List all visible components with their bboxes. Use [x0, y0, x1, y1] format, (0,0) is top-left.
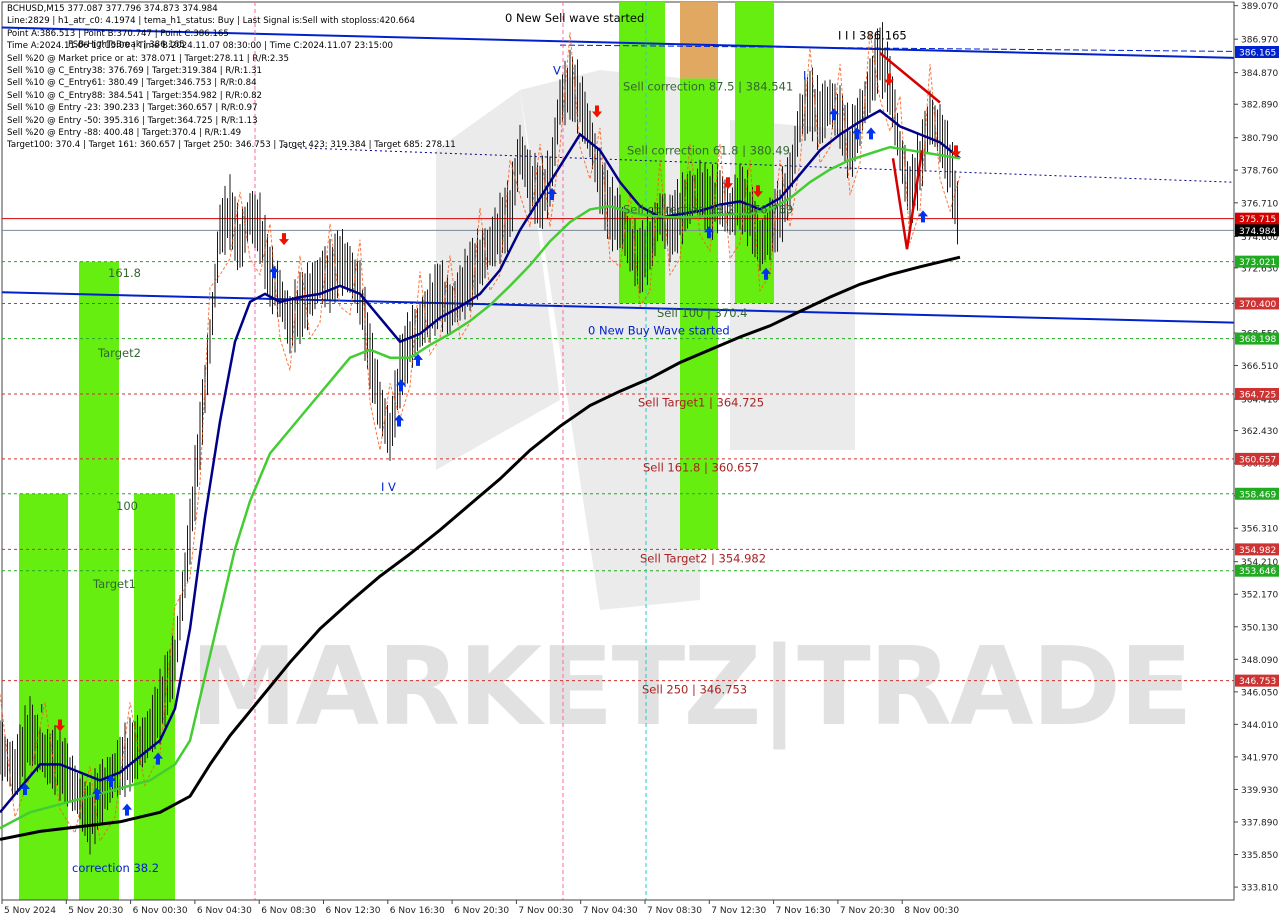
correction-band [680, 2, 718, 79]
annotation-label: I [40, 702, 43, 716]
price-tag-label: 346.753 [1239, 677, 1276, 687]
y-tick-label: 339.930 [1241, 786, 1278, 796]
info-line: Sell %20 @ Market price or at: 378.071 |… [7, 53, 289, 64]
annotation-label: correction 38.2 [72, 861, 159, 875]
time-axis: 5 Nov 2024 5 Nov 20:30 6 Nov 00:30 6 Nov 04… [1, 899, 1234, 916]
annotation-label: Sell correction 61.8 | 380.49 [627, 143, 790, 157]
symbol-ohlc-line: BCHUSD,M15 377.087 377.796 374.873 374.9… [7, 4, 218, 14]
y-tick-label: 344.010 [1241, 721, 1278, 731]
x-tick-label: 6 Nov 16:30 [390, 906, 445, 916]
y-tick-label: 350.130 [1241, 623, 1278, 633]
annotation-label: 161.8 [108, 266, 141, 280]
info-line: Sell %20 @ Entry -88: 400.48 | Target:37… [7, 127, 242, 138]
y-tick-label: 384.870 [1241, 69, 1278, 79]
x-tick-label: 6 Nov 00:30 [133, 906, 188, 916]
annotation-label: Target1 [92, 577, 136, 591]
annotation-label: Sell 161.8 | 360.657 [643, 461, 759, 475]
y-tick-label: 348.090 [1241, 656, 1278, 666]
info-line: Target100: 370.4 | Target 161: 360.657 |… [7, 140, 456, 151]
x-tick-label: 6 Nov 04:30 [197, 906, 252, 916]
annotation-label: Sell Target2 | 354.982 [640, 552, 766, 566]
annotation-label: V [553, 64, 561, 78]
target-band [19, 493, 68, 900]
price-tag-label: 368.198 [1239, 335, 1276, 345]
y-tick-label: 380.790 [1241, 134, 1278, 144]
x-tick-label: 5 Nov 20:30 [68, 906, 123, 916]
annotation-label: 0 New Sell wave started [505, 11, 644, 25]
info-line: Sell %10 @ C_Entry38: 376.769 | Target:3… [7, 65, 263, 76]
price-tag-label: 360.657 [1239, 455, 1276, 465]
x-tick-label: 7 Nov 00:30 [518, 906, 573, 916]
info-line: Sell %20 @ Entry -50: 395.316 | Target:3… [7, 115, 258, 126]
x-tick-label: 7 Nov 16:30 [776, 906, 831, 916]
price-tag-label: 374.984 [1239, 227, 1276, 237]
y-tick-label: 335.850 [1241, 851, 1278, 861]
x-tick-label: 7 Nov 04:30 [583, 906, 638, 916]
annotation-label: Target2 [97, 346, 141, 360]
price-tag-label: 386.165 [1239, 49, 1276, 59]
x-tick-label: 6 Nov 20:30 [454, 906, 509, 916]
signal-info-panel: BCHUSD,M15 377.087 377.796 374.873 374.9… [7, 3, 456, 152]
annotation-label: I I I 386.165 [838, 28, 907, 42]
annotation-label: I [803, 68, 806, 82]
price-axis: 389.070 386.970 384.870 382.890 380.790 378.7… [1233, 2, 1279, 900]
price-tag-label: 370.400 [1239, 300, 1276, 310]
annotation-label: 0 New Buy Wave started [588, 324, 730, 338]
chart-window: MARKETZ|TRADE 0 New Sell wave started I I … [0, 0, 1280, 920]
price-tag-label: 353.646 [1239, 567, 1276, 577]
y-tick-label: 337.890 [1241, 819, 1278, 829]
price-tag-label: 375.715 [1239, 215, 1276, 225]
info-line: Sell %10 @ C_Entry61: 380.49 | Target:34… [7, 78, 257, 89]
fsb-label: FSB-HighToBreak | 386.165 [68, 40, 185, 50]
price-tag-label: 354.982 [1239, 546, 1276, 556]
x-tick-label: 7 Nov 12:30 [711, 906, 766, 916]
info-line: Point A:386.513 | Point B:370.747 | Poin… [7, 28, 229, 39]
x-tick-label: 8 Nov 00:30 [904, 906, 959, 916]
y-tick-label: 389.070 [1241, 2, 1278, 12]
y-tick-label: 378.760 [1241, 167, 1278, 177]
y-tick-label: 376.710 [1241, 199, 1278, 209]
price-tag-label: 364.725 [1239, 390, 1276, 400]
annotation-label: Sell 250 | 346.753 [642, 682, 747, 696]
x-tick-label: 7 Nov 20:30 [840, 906, 895, 916]
y-tick-label: 366.510 [1241, 362, 1278, 372]
annotation-label: Sell correction 87.5 | 384.541 [623, 80, 793, 94]
price-tag-label: 358.469 [1239, 490, 1276, 500]
price-tag-label: 373.021 [1239, 258, 1276, 268]
annotation-label: 100 [116, 499, 138, 513]
y-tick-label: 341.970 [1241, 753, 1278, 763]
x-tick-label: 6 Nov 08:30 [261, 906, 316, 916]
y-tick-label: 382.890 [1241, 101, 1278, 111]
x-tick-label: 5 Nov 2024 [4, 906, 56, 916]
info-line: Sell %10 @ Entry -23: 390.233 | Target:3… [7, 103, 258, 114]
annotation-label: Sell 100 | 370.4 [657, 306, 747, 320]
info-line: Line:2829 | h1_atr_c0: 4.1974 | tema_h1_… [7, 16, 415, 27]
annotation-label: I V [381, 480, 396, 494]
info-line: Sell %10 @ C_Entry88: 384.541 | Target:3… [7, 90, 263, 101]
y-tick-label: 346.050 [1241, 688, 1278, 698]
annotation-label: Sell correction 38.2 | 376.769 [623, 202, 793, 216]
x-tick-label: 6 Nov 12:30 [326, 906, 381, 916]
y-tick-label: 333.810 [1241, 884, 1278, 894]
target-band [79, 493, 119, 900]
y-tick-label: 386.970 [1241, 36, 1278, 46]
x-tick-label: 7 Nov 08:30 [647, 906, 702, 916]
y-tick-label: 362.430 [1241, 427, 1278, 437]
annotation-label: Sell Target1 | 364.725 [638, 395, 764, 409]
y-tick-label: 352.170 [1241, 591, 1278, 601]
y-tick-label: 356.310 [1241, 525, 1278, 535]
